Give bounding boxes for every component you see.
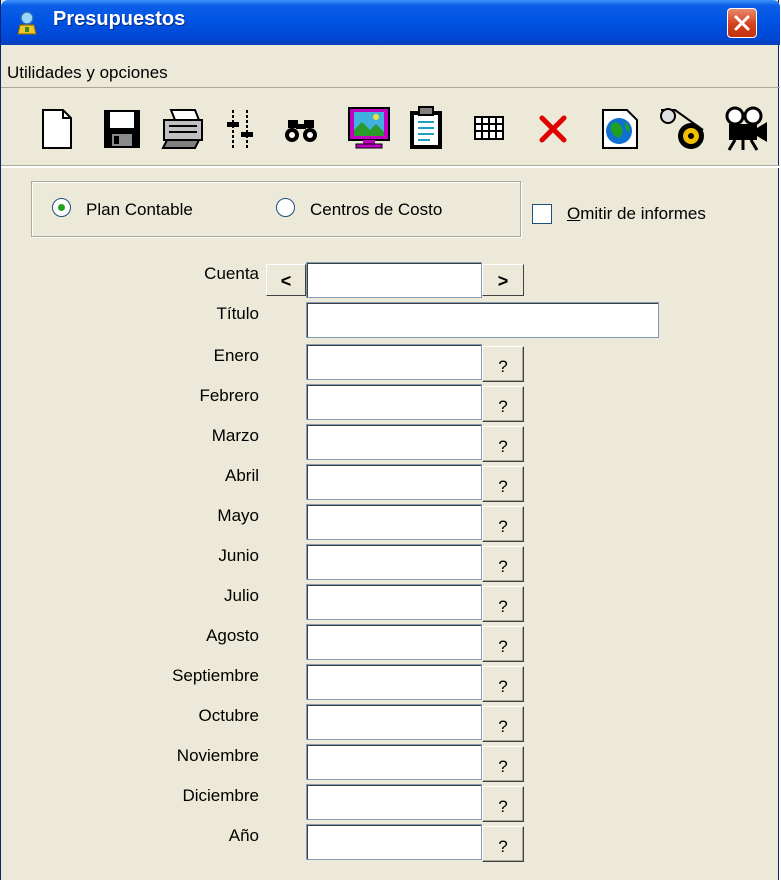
window-title: Presupuestos (53, 8, 186, 30)
lookup-button[interactable]: ? (482, 426, 524, 462)
radio-centros-costo[interactable] (276, 198, 295, 217)
month-label: Diciembre (182, 786, 259, 805)
lookup-button[interactable]: ? (482, 506, 524, 542)
month-input[interactable] (306, 544, 482, 580)
lookup-button[interactable]: ? (482, 546, 524, 582)
lookup-button[interactable]: ? (482, 706, 524, 742)
cuenta-input[interactable] (306, 262, 482, 298)
lookup-button[interactable]: ? (482, 826, 524, 862)
radio-plan-contable-label[interactable]: Plan Contable (86, 200, 193, 220)
title-bar[interactable]: Presupuestos (1, 0, 780, 45)
lookup-button[interactable]: ? (482, 346, 524, 382)
globe-icon[interactable] (599, 104, 641, 152)
prev-account-button[interactable]: < (266, 264, 306, 296)
new-document-icon[interactable] (39, 104, 75, 152)
month-label: Noviembre (176, 746, 259, 765)
close-icon (734, 15, 750, 31)
app-icon (17, 11, 37, 35)
month-input[interactable] (306, 624, 482, 660)
save-icon[interactable] (101, 104, 143, 152)
month-label: Año (228, 826, 259, 845)
month-input[interactable] (306, 464, 482, 500)
month-label: Agosto (206, 626, 259, 645)
month-label: Octubre (198, 706, 259, 725)
delete-icon[interactable] (533, 104, 573, 152)
next-account-button[interactable]: > (482, 264, 524, 296)
monitor-icon[interactable] (346, 104, 392, 152)
month-label: Abril (224, 466, 259, 485)
binoculars-icon[interactable] (279, 104, 323, 152)
month-label: Marzo (211, 426, 259, 445)
lookup-button[interactable]: ? (482, 786, 524, 822)
month-label: Mayo (217, 506, 259, 525)
month-input[interactable] (306, 504, 482, 540)
month-input[interactable] (306, 784, 482, 820)
presupuestos-window: Presupuestos Utilidades y opciones Plan … (0, 0, 780, 880)
menu-bar: Utilidades y opciones (1, 45, 780, 88)
month-input[interactable] (306, 344, 482, 380)
omitir-checkbox-label[interactable]: Omitir de informes (567, 204, 706, 224)
print-icon[interactable] (161, 104, 205, 152)
titulo-label: Título (216, 304, 259, 323)
month-label: Septiembre (172, 666, 259, 685)
month-input[interactable] (306, 704, 482, 740)
tape-reel-icon[interactable] (655, 104, 711, 152)
omitir-accel-letter: O (567, 204, 581, 223)
lookup-button[interactable]: ? (482, 746, 524, 782)
month-input[interactable] (306, 664, 482, 700)
lookup-button[interactable]: ? (482, 586, 524, 622)
menu-utilidades[interactable]: Utilidades y opciones (7, 63, 168, 83)
radio-plan-contable[interactable] (52, 198, 71, 217)
movie-camera-icon[interactable] (721, 104, 771, 152)
grid-icon[interactable] (469, 104, 509, 152)
month-label: Febrero (199, 386, 259, 405)
lookup-button[interactable]: ? (482, 626, 524, 662)
titulo-input[interactable] (306, 302, 659, 338)
sliders-icon[interactable] (221, 104, 261, 152)
month-input[interactable] (306, 424, 482, 460)
month-label: Enero (213, 346, 259, 365)
source-groupbox: Plan Contable Centros de Costo (31, 181, 521, 237)
radio-centros-costo-label[interactable]: Centros de Costo (310, 200, 442, 220)
clipboard-icon[interactable] (406, 104, 446, 152)
month-input[interactable] (306, 384, 482, 420)
omitir-rest: mitir de informes (580, 204, 706, 223)
lookup-button[interactable]: ? (482, 666, 524, 702)
month-input[interactable] (306, 744, 482, 780)
month-input[interactable] (306, 824, 482, 860)
omitir-checkbox[interactable] (532, 204, 552, 224)
radio-selected-dot (58, 204, 65, 211)
month-label: Julio (224, 586, 259, 605)
toolbar (1, 88, 780, 168)
lookup-button[interactable]: ? (482, 466, 524, 502)
lookup-button[interactable]: ? (482, 386, 524, 422)
close-button[interactable] (727, 8, 757, 38)
cuenta-label: Cuenta (204, 264, 259, 283)
month-label: Junio (218, 546, 259, 565)
month-input[interactable] (306, 584, 482, 620)
